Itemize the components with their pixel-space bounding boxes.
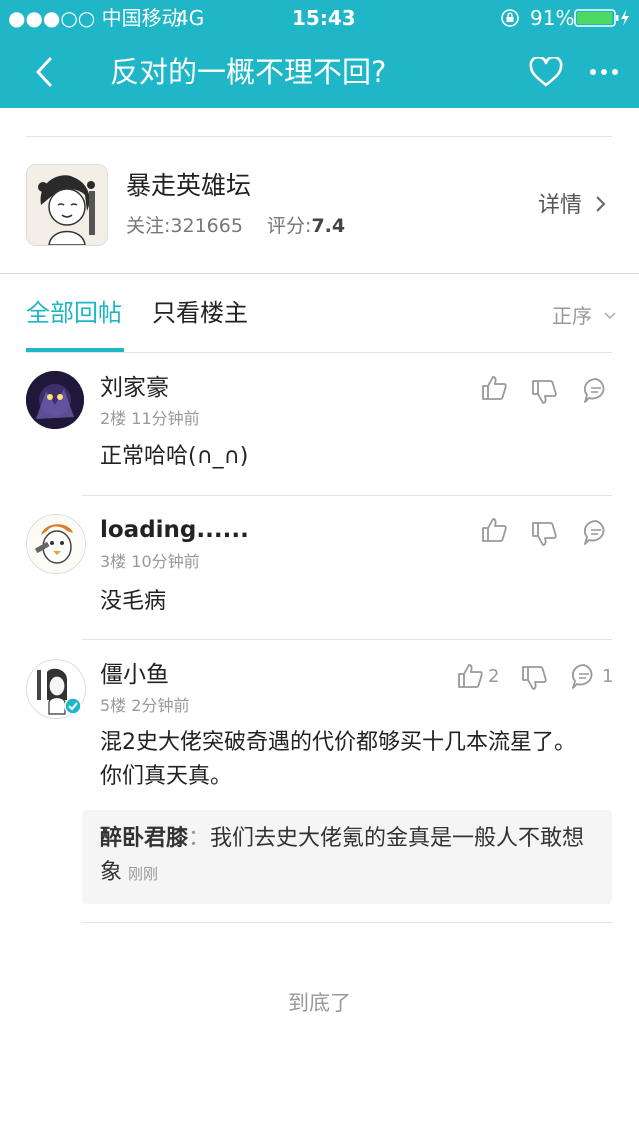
post-floor: 2楼 bbox=[100, 409, 127, 428]
favorite-button[interactable] bbox=[524, 50, 568, 94]
comment-icon bbox=[583, 378, 605, 403]
divider bbox=[82, 495, 612, 496]
divider bbox=[26, 136, 612, 137]
tab-owner-only[interactable]: 只看楼主 bbox=[152, 296, 248, 330]
chevron-right-icon bbox=[596, 196, 606, 212]
reply-author[interactable]: 醉卧君膝 bbox=[100, 826, 188, 851]
post-username[interactable]: loading...... bbox=[100, 514, 249, 546]
thumbs-up-icon bbox=[458, 664, 483, 688]
chevron-left-icon bbox=[36, 57, 52, 87]
tab-all-replies[interactable]: 全部回帖 bbox=[26, 296, 122, 330]
top-bar: ●●●○○ 中国移动 4G 15:43 91% 反对的一概不理不回? bbox=[0, 0, 639, 108]
post-content: 没毛病 bbox=[100, 589, 167, 614]
like-button[interactable] bbox=[480, 374, 508, 402]
comment-count: 1 bbox=[602, 665, 614, 687]
more-icon bbox=[590, 69, 618, 75]
comment-icon bbox=[571, 664, 593, 689]
verified-icon bbox=[64, 697, 82, 719]
battery-icon bbox=[574, 9, 634, 31]
divider bbox=[82, 922, 612, 923]
post-floor: 5楼 bbox=[100, 696, 127, 715]
forum-avatar[interactable] bbox=[26, 164, 108, 246]
thumbs-down-icon bbox=[522, 666, 547, 690]
reply-text: 醉卧君膝：我们去史大佬氪的金真是一般人不敢想象 刚刚 bbox=[100, 822, 596, 891]
rating-value: 7.4 bbox=[311, 215, 346, 237]
divider bbox=[26, 352, 612, 353]
reply-time: 刚刚 bbox=[128, 865, 159, 883]
comment-button[interactable]: 1 bbox=[570, 662, 613, 690]
post-time: 2分钟前 bbox=[131, 696, 190, 715]
orientation-lock-icon bbox=[500, 8, 520, 32]
divider bbox=[0, 273, 639, 274]
clock: 15:43 bbox=[292, 6, 356, 30]
post-meta: 2楼 11分钟前 bbox=[100, 408, 200, 430]
network-label: 4G bbox=[176, 6, 205, 30]
followers-count: 321665 bbox=[170, 215, 243, 237]
comment-button[interactable] bbox=[582, 376, 610, 404]
divider bbox=[82, 639, 612, 640]
carrier-label: ●●●○○ 中国移动 bbox=[8, 6, 182, 30]
thumbs-up-icon bbox=[482, 518, 507, 542]
like-count: 2 bbox=[488, 665, 500, 687]
thumbs-down-icon bbox=[532, 380, 557, 404]
post-time: 11分钟前 bbox=[131, 409, 200, 428]
page-title: 反对的一概不理不回? bbox=[110, 55, 387, 89]
like-button[interactable]: 2 bbox=[456, 662, 499, 690]
dislike-button[interactable] bbox=[520, 664, 548, 692]
reply-separator: ： bbox=[188, 826, 211, 851]
rating-label: 评分: bbox=[267, 215, 312, 237]
avatar[interactable] bbox=[26, 371, 84, 429]
sort-label: 正序 bbox=[552, 304, 592, 328]
comment-icon bbox=[583, 520, 605, 545]
end-of-list-label: 到底了 bbox=[288, 991, 351, 1015]
avatar[interactable] bbox=[26, 514, 86, 574]
like-button[interactable] bbox=[480, 516, 508, 544]
dislike-button[interactable] bbox=[530, 520, 558, 548]
more-button[interactable] bbox=[584, 52, 624, 92]
forum-name: 暴走英雄坛 bbox=[126, 171, 252, 200]
followers-label: 关注: bbox=[126, 215, 171, 237]
comment-button[interactable] bbox=[582, 518, 610, 546]
back-button[interactable] bbox=[22, 52, 66, 92]
sort-dropdown[interactable]: 正序 bbox=[552, 302, 616, 330]
post-floor: 3楼 bbox=[100, 552, 127, 571]
thumbs-up-icon bbox=[482, 376, 507, 400]
post-time: 10分钟前 bbox=[131, 552, 200, 571]
thumbs-down-icon bbox=[532, 522, 557, 546]
post-meta: 5楼 2分钟前 bbox=[100, 695, 189, 717]
reply-preview[interactable]: 醉卧君膝：我们去史大佬氪的金真是一般人不敢想象 刚刚 bbox=[82, 810, 612, 904]
post-meta: 3楼 10分钟前 bbox=[100, 551, 200, 573]
battery-percent: 91% bbox=[530, 6, 575, 30]
post-content: 正常哈哈(∩_∩) bbox=[100, 444, 249, 469]
post-username[interactable]: 刘家豪 bbox=[100, 372, 169, 404]
forum-stats: 关注:321665 评分:7.4 bbox=[126, 212, 345, 240]
detail-label: 详情 bbox=[538, 193, 583, 218]
post-username[interactable]: 僵小鱼 bbox=[100, 659, 169, 691]
post-content: 混2史大佬突破奇遇的代价都够买十几本流星了。你们真天真。 bbox=[100, 730, 576, 789]
heart-icon bbox=[529, 57, 563, 87]
chevron-down-icon bbox=[604, 312, 616, 320]
forum-detail-link[interactable]: 详情 bbox=[538, 190, 607, 222]
dislike-button[interactable] bbox=[530, 378, 558, 406]
